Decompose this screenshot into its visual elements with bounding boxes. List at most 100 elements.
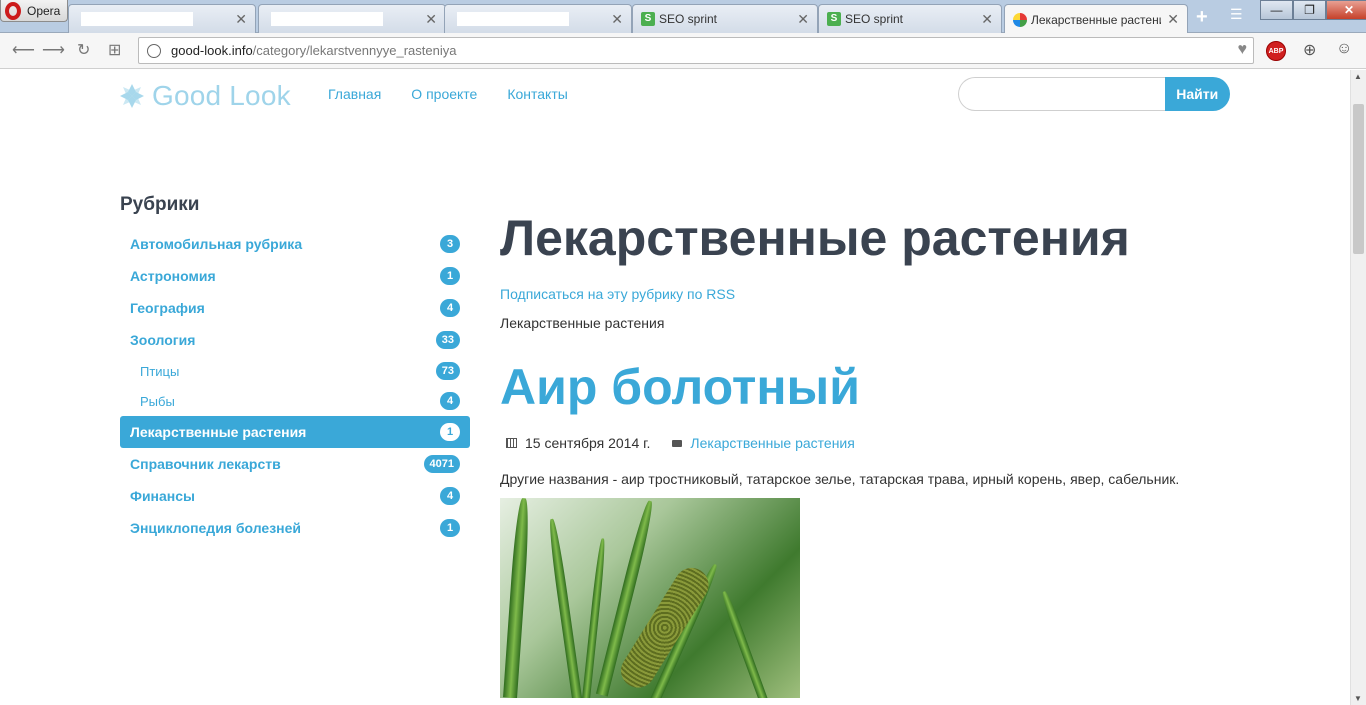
site-favicon-icon: [1013, 12, 1027, 27]
close-tab-icon[interactable]: ✕: [235, 11, 247, 28]
categories-sidebar: Рубрики Автомобильная рубрика 3 Астроном…: [120, 194, 470, 544]
post-category-link[interactable]: Лекарственные растения: [690, 435, 854, 451]
back-arrow-icon[interactable]: ⟵: [12, 40, 35, 60]
window-controls: — ❐ ✕: [1260, 0, 1366, 20]
maximize-button[interactable]: ❐: [1293, 0, 1326, 20]
sidebar-item-disease-encyclopedia[interactable]: Энциклопедия болезней 1: [120, 512, 470, 544]
globe-icon: [147, 43, 161, 58]
sidebar-item-label: Зоология: [130, 332, 196, 348]
sidebar-item-label: Энциклопедия болезней: [130, 520, 302, 536]
grass-blade: [503, 498, 531, 698]
sidebar-item-label: Птицы: [140, 363, 180, 379]
post-meta: 15 сентября 2014 г. Лекарственные растен…: [500, 435, 1260, 451]
post-image-sweet-flag[interactable]: [500, 498, 800, 698]
search-button[interactable]: Найти: [1164, 77, 1230, 111]
logo-flower-icon: [120, 84, 144, 108]
browser-tab[interactable]: ✕: [68, 4, 256, 33]
tab-menu-icon[interactable]: ☰: [1230, 6, 1243, 23]
heart-icon[interactable]: ♥: [1238, 41, 1248, 59]
url-input[interactable]: good-look.info /category/lekarstvennyye_…: [138, 37, 1254, 64]
sidebar-item-auto[interactable]: Автомобильная рубрика 3: [120, 228, 470, 260]
sidebar-item-medicinal-plants[interactable]: Лекарственные растения 1: [120, 416, 470, 448]
close-tab-icon[interactable]: ✕: [981, 11, 993, 28]
download-icon[interactable]: ⊕: [1303, 40, 1316, 60]
opera-menu-label: Opera: [27, 3, 61, 18]
count-badge: 1: [440, 519, 460, 537]
reload-icon[interactable]: ↻: [77, 40, 90, 60]
browser-tab-active[interactable]: Лекарственные растени ✕: [1004, 4, 1188, 34]
sidebar-item-label: Лекарственные растения: [130, 424, 307, 440]
tab-label: SEO sprint: [659, 12, 718, 26]
url-path: /category/lekarstvennyye_rasteniya: [252, 43, 457, 58]
close-window-button[interactable]: ✕: [1326, 0, 1366, 20]
count-badge: 4: [440, 487, 460, 505]
count-badge: 1: [440, 267, 460, 285]
adblock-plus-icon[interactable]: ABP: [1266, 41, 1286, 61]
post-excerpt: Другие названия - аир тростниковый, тата…: [500, 471, 1180, 487]
sidebar-item-label: Финансы: [130, 488, 195, 504]
web-page: Good Look Главная О проекте Контакты Най…: [0, 70, 1350, 705]
post-title-link[interactable]: Аир болотный: [500, 357, 1260, 417]
count-badge: 4: [440, 299, 460, 317]
forward-arrow-icon[interactable]: ⟶: [42, 40, 65, 60]
close-tab-icon[interactable]: ✕: [425, 11, 437, 28]
count-badge: 3: [440, 235, 460, 253]
site-logo[interactable]: Good Look: [118, 80, 291, 112]
minimize-button[interactable]: —: [1260, 0, 1293, 20]
nav-link-about[interactable]: О проекте: [411, 86, 477, 102]
grass-blade: [719, 590, 770, 698]
redacted-tab-title: [271, 12, 383, 26]
sidebar-item-label: Справочник лекарств: [130, 456, 281, 472]
sidebar-item-drug-reference[interactable]: Справочник лекарств 4071: [120, 448, 470, 480]
close-tab-icon[interactable]: ✕: [611, 11, 623, 28]
seo-sprint-favicon-icon: S: [641, 12, 655, 26]
browser-address-bar: ⟵ ⟶ ↻ ⊞ good-look.info /category/lekarst…: [0, 33, 1366, 69]
close-tab-icon[interactable]: ✕: [1167, 11, 1179, 28]
rss-subscribe-link[interactable]: Подписаться на эту рубрику по RSS: [500, 286, 1260, 302]
opera-menu-button[interactable]: Opera: [0, 0, 68, 22]
browser-tab-seo-sprint[interactable]: S SEO sprint ✕: [818, 4, 1002, 33]
sidebar-title: Рубрики: [120, 194, 200, 215]
scroll-up-icon[interactable]: ▲: [1354, 72, 1362, 81]
browser-tab[interactable]: ✕: [444, 4, 632, 33]
sidebar-item-label: Автомобильная рубрика: [130, 236, 303, 252]
nav-link-contacts[interactable]: Контакты: [507, 86, 567, 102]
main-content: Лекарственные растения Подписаться на эт…: [500, 208, 1260, 698]
page-scrollbar[interactable]: ▲ ▼: [1350, 70, 1366, 705]
scroll-down-icon[interactable]: ▼: [1354, 694, 1362, 703]
sidebar-item-label: Рыбы: [140, 393, 175, 409]
tab-label: Лекарственные растени: [1031, 12, 1162, 27]
calendar-icon: [506, 438, 517, 448]
browser-tab-seo-sprint[interactable]: S SEO sprint ✕: [632, 4, 818, 33]
count-badge: 1: [440, 423, 460, 441]
nav-link-home[interactable]: Главная: [328, 86, 381, 102]
folder-icon: [672, 439, 683, 447]
logo-text: Good Look: [152, 80, 291, 111]
category-description: Лекарственные растения: [500, 315, 665, 331]
url-domain: good-look.info: [171, 43, 253, 58]
grass-blade: [546, 518, 584, 698]
sidebar-item-geography[interactable]: География 4: [120, 292, 470, 324]
sidebar-subitem-fish[interactable]: Рыбы 4: [120, 386, 470, 416]
main-nav: Главная О проекте Контакты: [328, 86, 568, 102]
search-input[interactable]: [958, 77, 1165, 111]
sidebar-item-finance[interactable]: Финансы 4: [120, 480, 470, 512]
count-badge: 4071: [423, 455, 460, 473]
sidebar-item-astronomy[interactable]: Астрономия 1: [120, 260, 470, 292]
sidebar-item-zoology[interactable]: Зоология 33: [120, 324, 470, 356]
sidebar-subitem-birds[interactable]: Птицы 73: [120, 356, 470, 386]
page-title: Лекарственные растения: [500, 210, 1130, 266]
speed-dial-grid-icon[interactable]: ⊞: [108, 40, 121, 60]
new-tab-plus-icon[interactable]: +: [1196, 6, 1208, 29]
seo-sprint-favicon-icon: S: [827, 12, 841, 26]
count-badge: 33: [435, 331, 460, 349]
browser-tab[interactable]: ✕: [258, 4, 446, 33]
scroll-thumb[interactable]: [1353, 104, 1364, 254]
opera-logo-icon: [5, 1, 21, 20]
count-badge: 73: [435, 362, 460, 380]
site-search: Найти: [958, 77, 1230, 111]
tab-label: SEO sprint: [845, 12, 904, 26]
close-tab-icon[interactable]: ✕: [797, 11, 809, 28]
account-icon[interactable]: ☺: [1336, 40, 1352, 58]
post-date: 15 сентября 2014 г.: [525, 435, 651, 451]
